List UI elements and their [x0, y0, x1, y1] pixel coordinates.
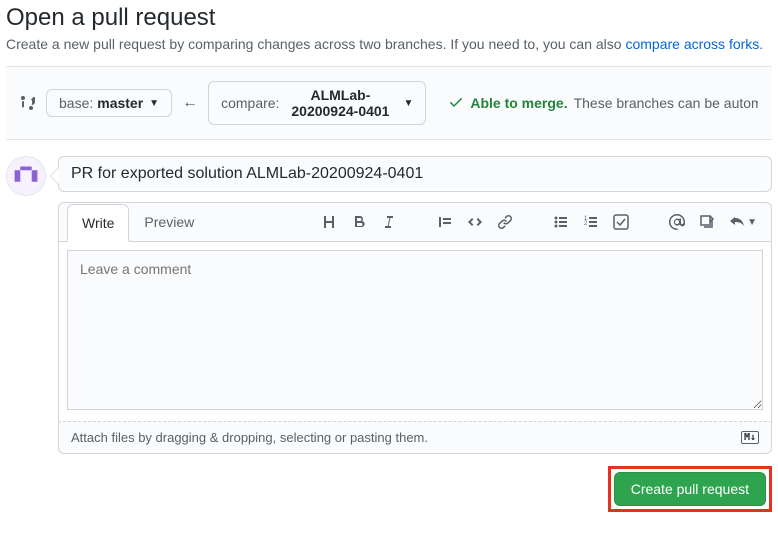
- check-icon: [448, 94, 464, 113]
- heading-icon[interactable]: [321, 214, 337, 230]
- bold-icon[interactable]: [351, 214, 367, 230]
- merge-detail: These branches can be automatically me: [574, 95, 758, 111]
- quote-icon[interactable]: [437, 214, 453, 230]
- md-toolbar: 12 ▼: [321, 214, 763, 230]
- arrow-left-icon: ←: [182, 94, 198, 112]
- git-compare-icon: [20, 95, 36, 111]
- svg-text:2: 2: [584, 221, 588, 227]
- subtitle-suffix: .: [759, 36, 763, 52]
- comment-box: Write Preview 12 ▼: [58, 156, 772, 512]
- page-title: Open a pull request: [6, 4, 772, 32]
- task-list-icon[interactable]: [613, 214, 629, 230]
- tab-write[interactable]: Write: [67, 204, 129, 242]
- reply-icon[interactable]: ▼: [729, 214, 757, 230]
- code-icon[interactable]: [467, 214, 483, 230]
- caret-down-icon: ▼: [149, 98, 159, 109]
- bullet-list-icon[interactable]: [553, 214, 569, 230]
- merge-able-label: Able to merge.: [470, 95, 567, 111]
- base-label: base:: [59, 95, 93, 111]
- attach-hint: Attach files by dragging & dropping, sel…: [71, 430, 428, 445]
- compare-branch-button[interactable]: compare: ALMLab-20200924-0401 ▼: [208, 81, 426, 125]
- base-branch-button[interactable]: base: master ▼: [46, 89, 172, 117]
- comment-textarea[interactable]: [67, 250, 763, 410]
- pr-title-input[interactable]: [58, 156, 772, 192]
- mention-icon[interactable]: [669, 214, 685, 230]
- create-pull-request-button[interactable]: Create pull request: [614, 472, 766, 506]
- page-subtitle: Create a new pull request by comparing c…: [6, 36, 772, 52]
- number-list-icon[interactable]: 12: [583, 214, 599, 230]
- markdown-icon[interactable]: M↓: [741, 431, 759, 444]
- cross-reference-icon[interactable]: [699, 214, 715, 230]
- tab-preview[interactable]: Preview: [129, 203, 209, 241]
- base-value: master: [97, 95, 143, 111]
- avatar: [6, 156, 46, 196]
- highlight-box: Create pull request: [608, 466, 772, 512]
- link-icon[interactable]: [497, 214, 513, 230]
- compare-value: ALMLab-20200924-0401: [283, 87, 397, 119]
- branch-range-bar: base: master ▼ ← compare: ALMLab-2020092…: [6, 66, 772, 140]
- compare-label: compare:: [221, 95, 279, 111]
- italic-icon[interactable]: [381, 214, 397, 230]
- subtitle-text: Create a new pull request by comparing c…: [6, 36, 625, 52]
- attach-bar[interactable]: Attach files by dragging & dropping, sel…: [58, 421, 772, 454]
- merge-status: Able to merge. These branches can be aut…: [448, 94, 758, 113]
- compare-forks-link[interactable]: compare across forks: [625, 36, 759, 52]
- tabs-bar: Write Preview 12 ▼: [58, 202, 772, 242]
- caret-down-icon: ▼: [403, 98, 413, 109]
